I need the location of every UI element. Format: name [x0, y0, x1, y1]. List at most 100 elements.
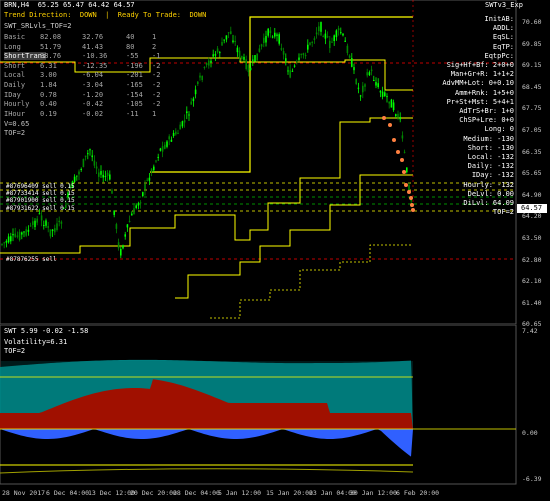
candle-body: [23, 231, 25, 233]
order-label[interactable]: #87901900 sell 0.15: [6, 197, 75, 205]
candle-body: [249, 67, 252, 71]
stats-row-value: 38.76: [40, 52, 62, 61]
candle-body: [199, 75, 201, 78]
candle-body: [76, 175, 78, 177]
time-tick: 6 Dec 04:00: [46, 489, 90, 497]
candle-body: [296, 61, 298, 63]
candle-body: [161, 146, 164, 152]
candle-body: [258, 48, 261, 52]
candle-body: [203, 67, 206, 69]
candle-body: [375, 82, 377, 86]
candle-body: [128, 220, 131, 222]
candle-body: [87, 153, 89, 155]
candle-body: [282, 51, 285, 55]
candle-body: [146, 179, 148, 181]
candle-body: [348, 55, 351, 58]
sell-signal-dot: [410, 203, 414, 207]
candle-body: [263, 37, 265, 44]
candle-body: [12, 234, 14, 236]
candle-body: [124, 234, 126, 237]
candle-body: [373, 79, 375, 81]
right-stat-row: Daily: -132: [467, 162, 514, 171]
candle-body: [230, 31, 232, 35]
candle-body: [91, 155, 93, 158]
candle-body: [364, 84, 366, 87]
v-line: V=0.65: [4, 120, 30, 128]
candle-body: [368, 72, 371, 76]
right-stat-row: AdTrS+Br: 1+0: [459, 107, 514, 115]
stats-row-value: -2: [152, 90, 161, 99]
right-stat-row: Local: -132: [467, 153, 514, 161]
candle-body: [5, 240, 8, 243]
candle-body: [126, 224, 129, 228]
candle-body: [210, 60, 212, 63]
candle-body: [139, 202, 142, 204]
candle-body: [45, 220, 47, 226]
right-stat-row: Medium: -130: [463, 134, 514, 143]
stats-row-value: -12.35: [82, 61, 108, 70]
candle-body: [38, 213, 41, 215]
candle-body: [359, 95, 362, 97]
candle-body: [106, 172, 109, 176]
candle-body: [95, 166, 98, 169]
expert-name[interactable]: SWTv3_Exp: [485, 1, 523, 9]
candle-body: [18, 231, 21, 241]
stats-row-value: -2: [152, 71, 161, 80]
price-tick: 64.20: [522, 212, 542, 221]
time-tick: 6 Feb 20:00: [396, 489, 440, 497]
stats-row-label: IHour: [4, 109, 26, 118]
candle-body: [236, 47, 239, 53]
candle-body: [212, 54, 214, 57]
right-stat-row: Pr+St+Mst: 5+4+1: [446, 97, 514, 106]
volatility-label: Volatility=6.31: [4, 338, 68, 346]
stats-row-value: 0.19: [40, 109, 57, 118]
candle-body: [247, 65, 250, 73]
price-tick: 70.60: [522, 18, 542, 26]
candle-body: [113, 210, 115, 215]
main-chart-panel[interactable]: BRN,H4 65.25 65.47 64.42 64.57 Trend Dir…: [0, 0, 550, 328]
price-tick: 69.85: [522, 39, 542, 48]
price-tick: 69.15: [522, 61, 542, 70]
candle-body: [216, 48, 219, 53]
stats-row-label: Basic: [4, 33, 26, 41]
sell-signal-dot: [382, 116, 386, 120]
candle-body: [223, 39, 225, 41]
candle-body: [377, 83, 379, 88]
candle-body: [7, 236, 10, 243]
stats-row-value: -55: [126, 52, 139, 61]
candle-body: [390, 99, 393, 108]
stats-row-value: 80: [126, 42, 135, 51]
sub-scale-zero: 0.00: [522, 429, 538, 437]
oscillator-canvas[interactable]: [0, 325, 550, 485]
time-tick: 15 Jan 20:00: [266, 489, 313, 497]
oscillator-panel[interactable]: SWT 5.99 -0.02 -1.58 Volatility=6.31 TOF…: [0, 325, 550, 485]
candle-body: [190, 101, 192, 105]
right-stat-row: Amm+Rnk: 1+5+0: [454, 88, 514, 97]
candle-body: [331, 41, 333, 43]
order-label[interactable]: #87876255 sell: [6, 256, 57, 264]
order-label[interactable]: #87931622 sell 0.15: [6, 205, 75, 213]
right-stat-row: TOF=2: [492, 208, 514, 217]
stats-row-label: Daily: [4, 81, 26, 89]
candle-body: [278, 34, 280, 44]
candle-body: [225, 35, 228, 40]
candle-body: [51, 229, 54, 232]
time-tick: 30 Jan 12:00: [350, 489, 397, 497]
candle-body: [221, 42, 223, 46]
right-stat-row: DiLvl: 64.09: [463, 199, 514, 207]
candle-body: [346, 45, 349, 53]
sell-signal-dot: [396, 150, 400, 154]
stats-row-value: -196: [126, 61, 143, 70]
stats-row-value: 1: [152, 33, 157, 41]
candle-body: [304, 55, 307, 57]
candle-body: [287, 70, 289, 72]
price-tick: 61.40: [522, 298, 542, 307]
candle-body: [280, 48, 283, 50]
candle-body: [120, 248, 122, 256]
stats-row-value: 51.79: [40, 42, 62, 51]
price-tick: 63.50: [522, 234, 542, 242]
sell-signal-dot: [404, 183, 408, 187]
candle-body: [135, 205, 137, 208]
right-stat-row: ADDL:: [492, 24, 514, 33]
candle-body: [14, 233, 16, 237]
